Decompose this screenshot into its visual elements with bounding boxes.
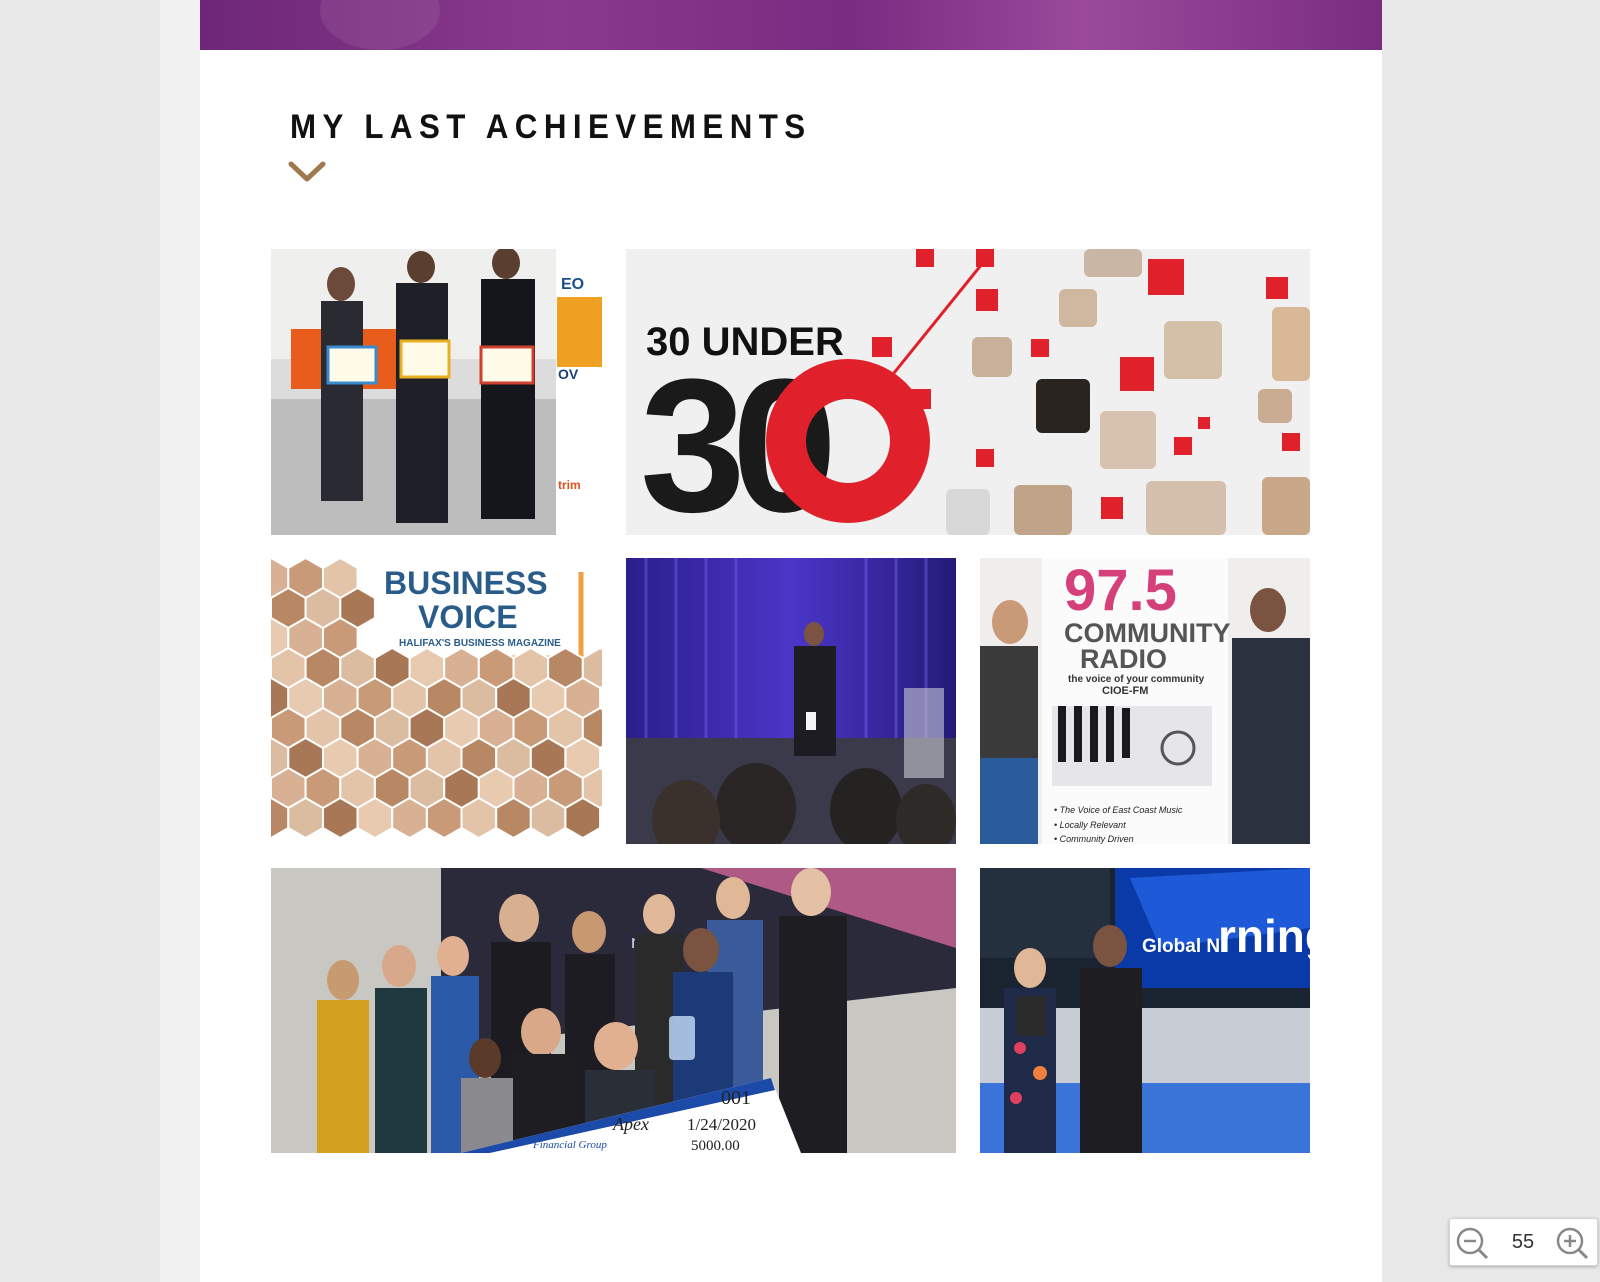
radio-bullet-1: • The Voice of East Coast Music <box>1054 805 1183 815</box>
radio-call-sign: CIOE-FM <box>1102 685 1148 697</box>
headshot-hexagon <box>564 796 602 840</box>
apex-check-group: Financial Group <box>532 1139 607 1151</box>
chevron-down-icon <box>288 161 326 182</box>
gallery-photo-stage-speaker[interactable] <box>626 558 956 844</box>
business-voice-title-1: BUSINESS <box>384 565 548 601</box>
business-voice-subtitle: HALIFAX'S BUSINESS MAGAZINE <box>399 638 561 649</box>
radio-tagline: the voice of your community <box>1068 674 1205 685</box>
apex-winners-image: nte 001 Apex 1/24/2020 5000.00 Financial… <box>271 868 956 1153</box>
gallery-photo-global-morning[interactable]: Global N rning <box>980 868 1310 1153</box>
gallery-photo-apex-winners[interactable]: nte 001 Apex 1/24/2020 5000.00 Financial… <box>271 868 956 1153</box>
apex-check-amount: 5000.00 <box>691 1138 740 1153</box>
section-title: MY LAST ACHIEVEMENTS <box>290 108 812 146</box>
global-morning-image: Global N rning <box>980 868 1310 1153</box>
radio-frequency: 97.5 <box>1064 558 1177 623</box>
community-radio-image: 97.5 COMMUNITY RADIO the voice of your c… <box>980 558 1310 844</box>
left-margin-strip <box>160 0 200 1282</box>
header-banner <box>200 0 1382 50</box>
global-morning-text: rning <box>1218 910 1310 962</box>
award-photo-image: EO OV trim <box>271 249 602 535</box>
headshot-hexagon <box>287 796 324 840</box>
gallery-photo-30-under-30[interactable]: 30 UNDER 30 <box>626 249 1310 535</box>
award-banner-brand: OV <box>558 366 579 382</box>
global-logo-text: Global N <box>1142 936 1220 957</box>
headshot-hexagon <box>322 796 359 840</box>
zoom-control: 55 <box>1449 1218 1598 1266</box>
radio-title-2: RADIO <box>1080 644 1167 674</box>
headshot-hexagon <box>425 796 463 840</box>
stage-speaker-image <box>626 558 956 844</box>
radio-bullet-2: • Locally Relevant <box>1054 820 1126 830</box>
apex-check-number: 001 <box>721 1087 751 1109</box>
gallery-photo-business-voice[interactable]: BUSINESS VOICE HALIFAX'S BUSINESS MAGAZI… <box>271 558 602 844</box>
business-voice-title-2: VOICE <box>418 599 518 635</box>
headshot-hexagon <box>391 796 428 840</box>
gallery-photo-award-ceremony[interactable]: EO OV trim <box>271 249 602 535</box>
zoom-in-icon[interactable] <box>1554 1225 1590 1261</box>
headshot-hexagon <box>356 796 394 840</box>
zoom-out-icon[interactable] <box>1454 1225 1490 1261</box>
radio-bullet-3: • Community Driven <box>1054 834 1134 844</box>
gallery-photo-community-radio[interactable]: 97.5 COMMUNITY RADIO the voice of your c… <box>980 558 1310 844</box>
headshot-hexagon <box>495 796 532 840</box>
award-banner-logo: EO <box>561 276 584 293</box>
apex-check-brand: Apex <box>612 1114 649 1134</box>
award-banner-sponsor: trim <box>558 478 581 492</box>
thirty-under-thirty-image: 30 UNDER 30 <box>626 249 1310 535</box>
business-voice-image: BUSINESS VOICE HALIFAX'S BUSINESS MAGAZI… <box>271 558 602 844</box>
headshot-hexagon <box>460 796 498 840</box>
apex-check-date: 1/24/2020 <box>687 1115 756 1134</box>
zoom-level: 55 <box>1511 1231 1535 1253</box>
headshot-hexagon <box>529 796 567 840</box>
